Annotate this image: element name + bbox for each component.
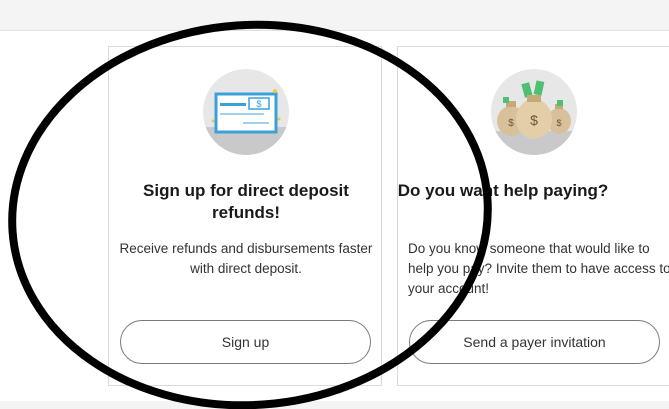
card-description: Receive refunds and disbursements faster… (119, 241, 373, 276)
direct-deposit-card: $ Sign up for direct deposit refunds! Re… (108, 46, 382, 386)
check-icon: $ (203, 69, 289, 155)
card-title: Sign up for direct deposit refunds! (143, 181, 349, 222)
svg-text:$: $ (530, 112, 538, 128)
svg-text:$: $ (256, 99, 261, 109)
card-title: Do you want help paying? (397, 181, 609, 200)
bottom-strip (0, 401, 669, 409)
money-bags-icon: $ $ $ (491, 69, 577, 155)
top-bar (0, 0, 669, 31)
send-payer-invitation-button[interactable]: Send a payer invitation (409, 320, 660, 364)
help-paying-card: $ $ $ Do you want help paying? Do you kn… (397, 46, 669, 386)
svg-text:$: $ (508, 118, 514, 129)
svg-text:$: $ (556, 118, 561, 128)
card-description: Do you know someone that would like to h… (408, 241, 669, 296)
sign-up-button[interactable]: Sign up (120, 320, 371, 364)
